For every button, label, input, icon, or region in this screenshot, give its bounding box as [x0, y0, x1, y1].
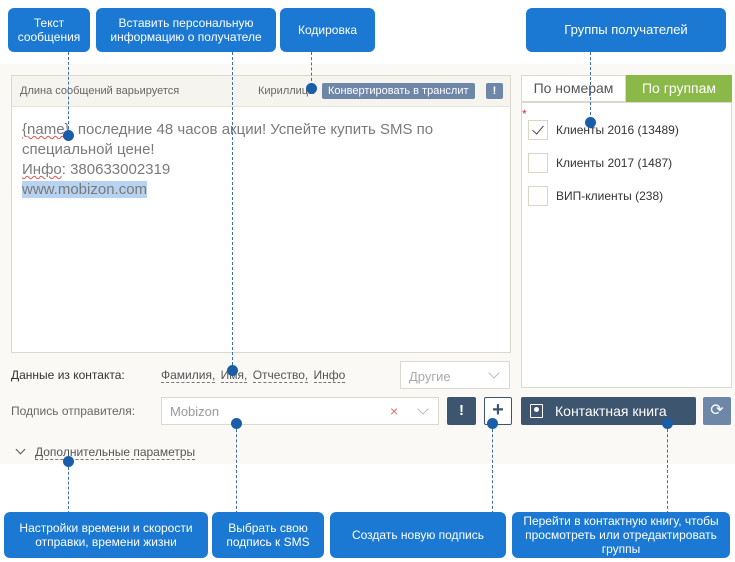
contact-fields: Фамилия, Имя, Отчество, Инфо	[161, 368, 347, 383]
message-line-3: www.mobizon.com	[22, 180, 502, 200]
callout-contact-book: Перейти в контактную книгу, чтобы просмо…	[512, 512, 730, 558]
selected-url: www.mobizon.com	[22, 181, 148, 198]
group-label: Клиенты 2017 (1487)	[556, 156, 673, 170]
group-label: ВИП-клиенты (238)	[556, 189, 664, 203]
leader-line	[68, 52, 69, 134]
callout-personal-info: Вставить персональную информацию о получ…	[96, 8, 276, 52]
message-textarea[interactable]: {name}, последние 48 часов акции! Успейт…	[22, 120, 502, 200]
field-middlename-link[interactable]: Отчество,	[252, 368, 309, 383]
contact-book-icon	[530, 404, 543, 418]
groups-list: Клиенты 2016 (13489) Клиенты 2017 (1487)…	[521, 102, 732, 388]
marker-dot	[227, 365, 238, 376]
callout-message-text: Текст сообщения	[8, 8, 90, 52]
message-header: Длина сообщений варьируется Кириллица Ко…	[12, 76, 510, 107]
clear-icon[interactable]: ×	[390, 403, 398, 419]
required-marker: *	[522, 107, 527, 121]
leader-line	[232, 52, 233, 370]
other-fields-select[interactable]: Другие	[400, 361, 510, 389]
message-line-1-text: , последние 48 часов акции! Успейте купи…	[22, 121, 434, 158]
message-editor[interactable]: Длина сообщений варьируется Кириллица Ко…	[11, 75, 511, 353]
refresh-button[interactable]: ⟳	[703, 397, 731, 425]
field-info-link[interactable]: Инфо	[313, 368, 346, 383]
leader-line	[311, 52, 312, 86]
group-checkbox[interactable]	[528, 120, 548, 140]
message-line-2: Инфо: 380633002319	[22, 160, 502, 180]
signature-select[interactable]: Mobizon ×	[161, 397, 439, 425]
recipient-tabs: По номерам По группам	[521, 75, 732, 102]
tab-by-groups[interactable]: По группам	[626, 75, 732, 102]
group-checkbox[interactable]	[528, 153, 548, 173]
marker-dot	[487, 418, 498, 429]
leader-line	[68, 462, 69, 514]
other-fields-placeholder: Другие	[409, 369, 451, 384]
tab-by-numbers[interactable]: По номерам	[521, 75, 626, 102]
leader-line	[492, 424, 493, 514]
group-checkbox[interactable]	[528, 186, 548, 206]
marker-dot	[231, 418, 242, 429]
callout-encoding: Кодировка	[280, 8, 375, 52]
marker-dot	[63, 456, 74, 467]
translit-button[interactable]: Конвертировать в транслит	[322, 83, 475, 99]
field-lastname-link[interactable]: Фамилия,	[161, 368, 216, 383]
signature-warning-button[interactable]: !	[447, 397, 476, 425]
message-line-2-text: : 380633002319	[61, 161, 171, 178]
marker-dot	[306, 83, 317, 94]
encoding-warning-button[interactable]: !	[486, 83, 503, 99]
leader-line	[236, 424, 237, 514]
chevron-down-icon	[417, 403, 429, 415]
callout-time-settings: Настройки времени и скорости отправки, в…	[4, 512, 208, 558]
contact-data-label: Данные из контакта:	[11, 368, 125, 382]
signature-label: Подпись отправителя:	[11, 404, 136, 418]
message-line-1: {name}, последние 48 часов акции! Успейт…	[22, 120, 502, 160]
info-word: Инфо	[22, 161, 62, 178]
marker-dot	[585, 117, 596, 128]
marker-dot	[63, 130, 74, 141]
leader-line	[590, 52, 591, 120]
contact-book-label: Контактная книга	[555, 403, 667, 419]
callout-recipient-groups: Группы получателей	[526, 8, 726, 52]
group-label: Клиенты 2016 (13489)	[556, 123, 679, 137]
leader-line	[667, 424, 668, 514]
callout-create-signature: Создать новую подпись	[330, 512, 506, 558]
advanced-params-link[interactable]: Дополнительные параметры	[35, 445, 196, 460]
message-length-label: Длина сообщений варьируется	[20, 85, 180, 97]
marker-dot	[662, 418, 673, 429]
callout-choose-signature: Выбрать свою подпись к SMS	[212, 512, 324, 558]
signature-value: Mobizon	[170, 404, 220, 419]
chevron-down-icon	[488, 367, 500, 379]
